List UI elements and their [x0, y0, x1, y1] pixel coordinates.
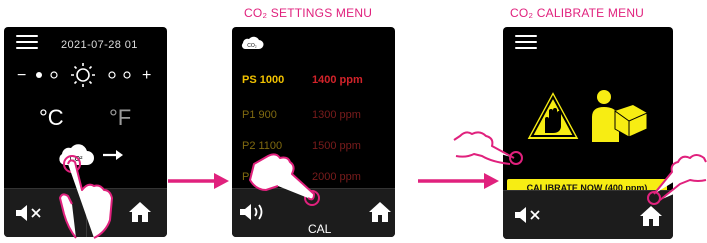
sun-icon: [71, 63, 95, 87]
pointing-hand-icon: [453, 131, 523, 165]
speaker-muted-icon[interactable]: [513, 205, 543, 225]
pointing-hand-icon: [647, 154, 707, 205]
fahrenheit-option[interactable]: °F: [109, 105, 131, 131]
read-manual-icon: [592, 90, 648, 142]
brightness-minus-icon: −: [17, 67, 26, 84]
brightness-slider[interactable]: − +: [17, 63, 157, 87]
speaker-muted-icon[interactable]: [14, 203, 44, 223]
flow-arrow-icon: [418, 173, 499, 189]
pointing-hand-icon: [249, 153, 320, 206]
cloud-icon: CO₂: [241, 36, 264, 49]
home-icon[interactable]: [368, 201, 392, 223]
home-icon[interactable]: [128, 201, 152, 223]
menu-icon[interactable]: [16, 35, 38, 49]
pointing-hand-icon: [59, 155, 113, 239]
brightness-dot: [123, 71, 131, 79]
brightness-dot: [108, 71, 116, 79]
svg-text:CO₂: CO₂: [247, 43, 257, 49]
datetime-display: 2021-07-28 01: [61, 39, 138, 51]
menu-icon[interactable]: [515, 35, 537, 49]
flow-arrow-icon: [168, 173, 229, 189]
brightness-dot: [50, 71, 58, 79]
warning-hand-icon: [524, 87, 582, 141]
calibrate-menu-title: CO₂ CALIBRATE MENU: [510, 6, 645, 20]
settings-menu-title: CO₂ SETTINGS MENU: [244, 6, 373, 20]
brightness-plus-icon: +: [142, 67, 151, 84]
cal-button[interactable]: CAL: [308, 222, 331, 236]
brightness-dot: [36, 72, 42, 78]
celsius-option[interactable]: °C: [39, 105, 64, 131]
